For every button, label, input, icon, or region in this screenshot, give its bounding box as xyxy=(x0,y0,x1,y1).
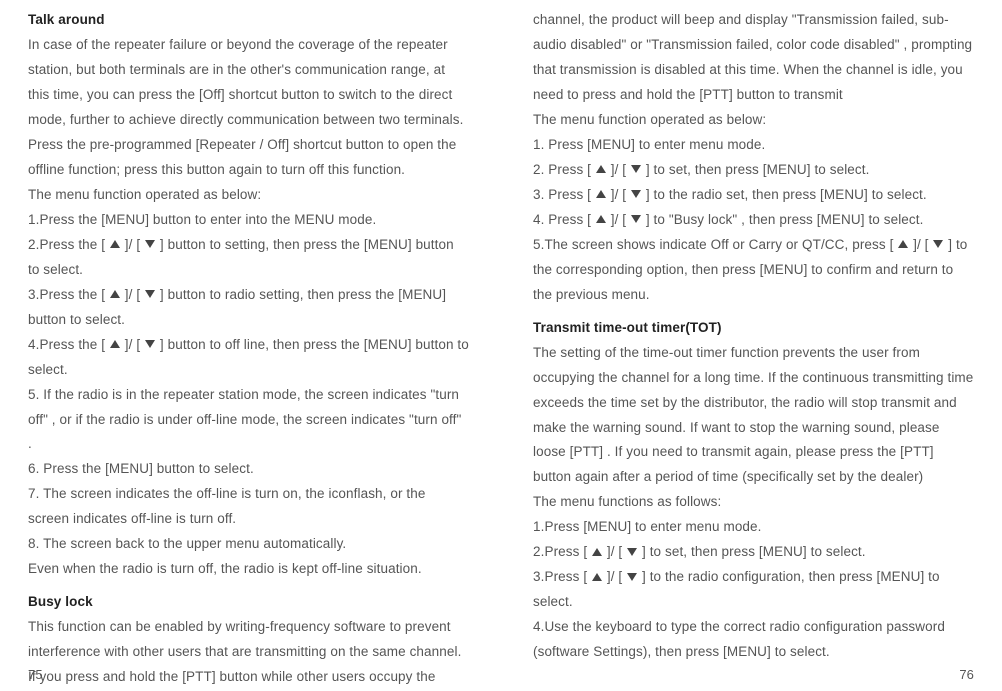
up-triangle-icon xyxy=(592,573,602,581)
text: ]/ [ xyxy=(607,162,630,177)
text: ] to set, then press [MENU] to select. xyxy=(638,544,866,559)
text: 4. Press [ xyxy=(533,212,595,227)
text: ] to set, then press [MENU] to select. xyxy=(642,162,870,177)
down-triangle-icon xyxy=(933,240,943,248)
step: 1.Press the [MENU] button to enter into … xyxy=(28,208,469,233)
para: In case of the repeater failure or beyon… xyxy=(28,33,469,133)
text: 3. Press [ xyxy=(533,187,595,202)
page-number-left: 75 xyxy=(28,663,43,687)
step: 8. The screen back to the upper menu aut… xyxy=(28,532,469,557)
step: 4. Press [ ]/ [ ] to "Busy lock" , then … xyxy=(533,208,974,233)
step: 2.Press the [ ]/ [ ] button to setting, … xyxy=(28,233,469,283)
text: ]/ [ xyxy=(121,287,144,302)
step: 6. Press the [MENU] button to select. xyxy=(28,457,469,482)
down-triangle-icon xyxy=(627,573,637,581)
step: 3.Press [ ]/ [ ] to the radio configurat… xyxy=(533,565,974,615)
heading-tot: Transmit time-out timer(TOT) xyxy=(533,316,974,341)
text: 2. Press [ xyxy=(533,162,595,177)
step: 1. Press [MENU] to enter menu mode. xyxy=(533,133,974,158)
step: 3. Press [ ]/ [ ] to the radio set, then… xyxy=(533,183,974,208)
text: 2.Press [ xyxy=(533,544,591,559)
page-right: channel, the product will beep and displ… xyxy=(501,8,974,685)
text: 3.Press the [ xyxy=(28,287,109,302)
step: 2. Press [ ]/ [ ] to set, then press [ME… xyxy=(533,158,974,183)
para: The menu function operated as below: xyxy=(533,108,974,133)
page-left: Talk around In case of the repeater fail… xyxy=(28,8,501,685)
down-triangle-icon xyxy=(145,340,155,348)
up-triangle-icon xyxy=(898,240,908,248)
up-triangle-icon xyxy=(596,165,606,173)
para: Even when the radio is turn off, the rad… xyxy=(28,557,469,582)
up-triangle-icon xyxy=(592,548,602,556)
down-triangle-icon xyxy=(145,290,155,298)
text: ]/ [ xyxy=(121,237,144,252)
para: The setting of the time-out timer functi… xyxy=(533,341,974,491)
down-triangle-icon xyxy=(627,548,637,556)
step: 4.Press the [ ]/ [ ] button to off line,… xyxy=(28,333,469,383)
page-number-right: 76 xyxy=(959,663,974,687)
text: ]/ [ xyxy=(909,237,932,252)
up-triangle-icon xyxy=(596,190,606,198)
step: 2.Press [ ]/ [ ] to set, then press [MEN… xyxy=(533,540,974,565)
step: 5. If the radio is in the repeater stati… xyxy=(28,383,469,458)
step: 5.The screen shows indicate Off or Carry… xyxy=(533,233,974,308)
down-triangle-icon xyxy=(145,240,155,248)
down-triangle-icon xyxy=(631,165,641,173)
text: ] to "Busy lock" , then press [MENU] to … xyxy=(642,212,923,227)
step: 3.Press the [ ]/ [ ] button to radio set… xyxy=(28,283,469,333)
up-triangle-icon xyxy=(596,215,606,223)
text: ]/ [ xyxy=(607,212,630,227)
up-triangle-icon xyxy=(110,240,120,248)
text: ]/ [ xyxy=(603,544,626,559)
para: If you press and hold the [PTT] button w… xyxy=(28,665,469,690)
para: Press the pre-programmed [Repeater / Off… xyxy=(28,133,469,183)
down-triangle-icon xyxy=(631,190,641,198)
para: channel, the product will beep and displ… xyxy=(533,8,974,108)
up-triangle-icon xyxy=(110,290,120,298)
heading-talk-around: Talk around xyxy=(28,8,469,33)
text: 2.Press the [ xyxy=(28,237,109,252)
para: This function can be enabled by writing-… xyxy=(28,615,469,665)
text: 3.Press [ xyxy=(533,569,591,584)
step: 1.Press [MENU] to enter menu mode. xyxy=(533,515,974,540)
step: 7. The screen indicates the off-line is … xyxy=(28,482,469,532)
text: ]/ [ xyxy=(603,569,626,584)
step: 4.Use the keyboard to type the correct r… xyxy=(533,615,974,665)
text: ] to the radio set, then press [MENU] to… xyxy=(642,187,927,202)
heading-busy-lock: Busy lock xyxy=(28,590,469,615)
para: The menu function operated as below: xyxy=(28,183,469,208)
up-triangle-icon xyxy=(110,340,120,348)
text: 5.The screen shows indicate Off or Carry… xyxy=(533,237,897,252)
text: ]/ [ xyxy=(121,337,144,352)
text: 4.Press the [ xyxy=(28,337,109,352)
para: The menu functions as follows: xyxy=(533,490,974,515)
down-triangle-icon xyxy=(631,215,641,223)
text: ]/ [ xyxy=(607,187,630,202)
